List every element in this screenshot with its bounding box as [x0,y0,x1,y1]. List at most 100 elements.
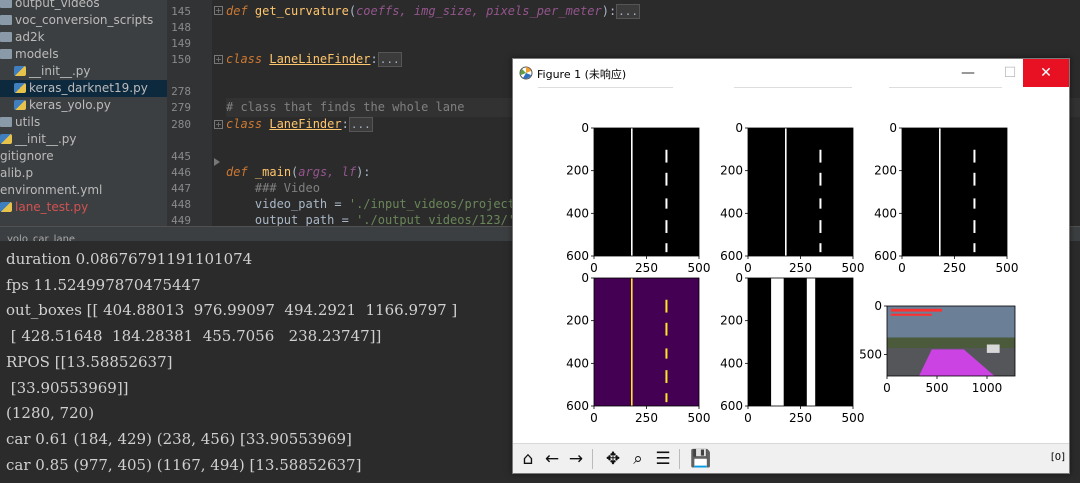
x-tick-label: 250 [635,411,658,425]
figure-canvas[interactable]: 02004006000 250 50002004006000 250 500020040… [513,87,1069,443]
forward-arrow-icon[interactable]: → [564,447,588,471]
function-name: _main [254,165,292,179]
x-tick-label: 500 [688,411,711,425]
tree-item-label: alib.p [0,166,34,180]
lane-line-right [819,172,822,186]
params: args, lf [298,165,357,179]
line-number: 280 [171,118,191,131]
y-tick-label: 600 [566,249,589,263]
status-text: [0] [1050,452,1065,463]
lane-line-right [819,243,822,253]
string: './output_videos/123/' [356,213,516,226]
class-name: LaneLineFinder [269,52,371,66]
console-line: [ 428.51648 184.28381 455.7056 238.23747… [6,327,382,346]
class-name: LaneFinder [269,117,342,131]
overlay-text [890,308,943,312]
fold-toggle-icon[interactable]: + [214,55,223,64]
lane-line-right [665,348,668,359]
close-button[interactable]: ✕ [1023,59,1069,87]
y-tick-label: 400 [566,206,589,220]
tree-item[interactable]: environment.yml [0,182,167,199]
lane-line-left [631,278,633,406]
fold-toggle-icon[interactable] [214,158,220,166]
tree-item[interactable]: keras_yolo.py [0,97,167,114]
x-tick-label: 500 [842,411,865,425]
fold-toggle-icon[interactable]: + [214,6,223,15]
folded-code[interactable]: ... [348,117,373,132]
tree-item-label: keras_yolo.py [29,98,111,112]
zoom-icon[interactable]: ⌕ [626,447,650,471]
console-line: RPOS [[13.58852637] [6,352,173,371]
tree-item-label: ad2k [15,30,45,44]
project-tree: output_videos voc_conversion_scripts ad2k m… [0,0,167,226]
y-tick-label: 400 [720,356,743,370]
console-line: car 0.85 (977, 405) (1167, 494) [13.5885… [6,455,362,474]
fold-toggle-icon[interactable]: + [214,120,223,129]
python-file-icon [14,83,26,93]
configure-subplots-icon[interactable]: ☰ [651,447,675,471]
lane-line-right [973,149,976,163]
folded-code[interactable]: ... [616,4,641,19]
y-tick-label: 200 [566,314,589,328]
x-tick-label: 500 [688,261,711,275]
minimize-button[interactable]: — [945,59,991,87]
figure-toolbar: ⌂ ← → ✥ ⌕ ☰ 💾 [0] [513,443,1069,473]
tree-item[interactable]: gitignore [0,148,167,165]
y-tick-label: 600 [874,249,897,263]
lane-line-left [785,128,787,256]
tree-item[interactable]: keras_darknet19.py [0,80,167,97]
code-line-145[interactable]: def get_curvature(coeffs, img_size, pixe… [226,2,1080,21]
y-tick-label: 0 [874,299,882,313]
figure-title-bar[interactable]: Figure 1 (未响应) — ☐ ✕ [513,59,1069,87]
params: coeffs, img_size, pixels_per_meter [356,4,602,18]
lane-line-right [665,198,668,209]
tree-item[interactable]: ad2k [0,29,167,46]
tree-item[interactable]: lane_test.py [0,199,167,216]
function-name: get_curvature [254,4,349,18]
lane-line-right [665,149,668,163]
y-tick-label: 0 [581,121,589,135]
tree-item[interactable]: models [0,46,167,63]
image-background [748,278,853,406]
console-line: fps 11.524997870475447 [6,275,201,294]
tree-item-label: voc_conversion_scripts [15,13,154,27]
toolbar-separator [679,449,680,469]
tree-item[interactable]: alib.p [0,165,167,182]
keyword: class [226,117,263,131]
string: './input_videos/project_ [348,197,523,211]
image-background [594,278,699,406]
line-number: 150 [171,53,191,66]
y-tick-label: 200 [566,164,589,178]
x-tick-label: 0 [590,411,598,425]
keyword: def [226,4,248,18]
tree-item[interactable]: utils [0,114,167,131]
image-background [594,128,699,256]
pan-icon[interactable]: ✥ [601,447,625,471]
x-tick-label: 250 [789,411,812,425]
tree-item[interactable]: output_videos [0,0,167,12]
back-arrow-icon[interactable]: ← [540,447,564,471]
y-tick-label: 400 [720,206,743,220]
save-icon[interactable]: 💾 [689,447,713,471]
folder-icon [0,32,12,42]
matplotlib-icon [519,66,533,80]
y-tick-label: 500 [859,348,882,362]
y-tick-label: 0 [889,121,897,135]
tree-item-label: models [15,47,59,61]
folded-code[interactable]: ... [377,52,402,67]
car [986,344,1000,353]
folder-icon [0,49,12,59]
x-tick-label: 500 [926,381,949,395]
console-line: out_boxes [[ 404.88013 976.99097 494.292… [6,301,458,320]
tree-item[interactable]: voc_conversion_scripts [0,12,167,29]
tree-item-label: utils [15,115,41,129]
home-icon[interactable]: ⌂ [516,447,540,471]
image-background [748,128,853,256]
folder-icon [0,117,12,127]
toolbar-separator [592,449,593,469]
tree-item-label: __init__.py [15,132,77,146]
tree-item[interactable]: __init__.py [0,63,167,80]
figure-window[interactable]: Figure 1 (未响应) — ☐ ✕ 0 200 400 600 0 250 500 0 2… [512,58,1070,474]
variable: video_path [254,197,328,211]
tree-item[interactable]: __init__.py [0,131,167,148]
